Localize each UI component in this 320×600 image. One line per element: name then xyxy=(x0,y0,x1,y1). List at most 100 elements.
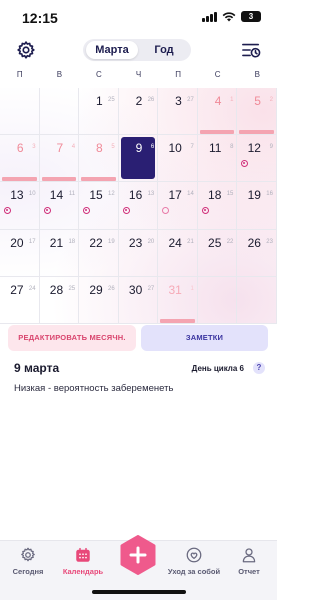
calendar-day[interactable]: 10 7 xyxy=(158,135,198,183)
calendar-day[interactable]: 24 21 xyxy=(158,229,198,277)
calendar-day[interactable]: 18 15 xyxy=(197,182,238,230)
calendar-day[interactable]: 12 9 xyxy=(237,135,277,183)
cycle-day-number: 25 xyxy=(108,97,115,103)
cycle-day-number: 25 xyxy=(68,285,76,292)
tab-self-care[interactable]: Уход за собой xyxy=(165,546,223,576)
tab-report[interactable]: Отчет xyxy=(221,546,277,576)
cycle-day-number: 10 xyxy=(28,191,36,198)
ovulation-icon xyxy=(241,160,249,168)
battery-icon: 3 xyxy=(241,11,261,22)
calendar-day[interactable]: 3 27 xyxy=(158,88,198,136)
header: Марта Год xyxy=(0,36,277,64)
calendar-day[interactable]: 11 8 xyxy=(197,135,238,183)
calendar-day[interactable]: 2 26 xyxy=(118,88,159,136)
period-bar xyxy=(239,130,274,135)
calendar-day[interactable]: 41 xyxy=(197,88,238,136)
weekday-label: Ч xyxy=(135,70,142,79)
calendar-day[interactable]: 22 19 xyxy=(79,229,119,277)
calendar-day[interactable]: 21 18 xyxy=(39,229,80,277)
weekday-label: П xyxy=(175,70,181,79)
calendar-empty-cell xyxy=(197,276,238,324)
day-number: 20 xyxy=(10,235,24,250)
day-number: 8 xyxy=(96,141,103,156)
day-number: 11 xyxy=(208,141,222,156)
pregnancy-probability: Низкая - вероятность забеременеть xyxy=(14,383,174,394)
cycle-day-number: 3 xyxy=(32,144,36,151)
day-number: 21 xyxy=(49,235,64,250)
ovulation-icon xyxy=(201,207,209,215)
calendar-day[interactable]: 27 24 xyxy=(0,276,40,324)
calendar-day[interactable]: 52 xyxy=(237,88,277,136)
weekday-header: П В С Ч П С В xyxy=(0,70,277,86)
calendar-empty-cell xyxy=(39,88,80,136)
add-button[interactable] xyxy=(118,535,158,575)
cycle-day-number: 9 xyxy=(269,144,273,151)
day-number: 13 xyxy=(10,188,24,203)
calendar-day[interactable]: 63 xyxy=(0,135,40,183)
notes-button[interactable]: ЗАМЕТКИ xyxy=(141,325,268,351)
tab-today[interactable]: Сегодня xyxy=(0,546,56,576)
calendar-day[interactable]: 31 1 xyxy=(158,276,198,324)
tab-calendar[interactable]: Календарь xyxy=(55,546,111,576)
tab-label: Уход за собой xyxy=(167,567,221,576)
calendar-day[interactable]: 26 23 xyxy=(237,229,277,277)
ovulation-icon xyxy=(122,207,130,215)
day-number: 6 xyxy=(16,141,24,156)
weekday-label: П xyxy=(16,70,23,79)
cycle-day-number: 24 xyxy=(28,285,36,292)
period-bar xyxy=(41,177,77,182)
calendar-day[interactable]: 13 10 xyxy=(0,182,40,230)
cycle-day-number: 1 xyxy=(190,285,194,292)
tab-year[interactable]: Год xyxy=(138,41,190,59)
self-care-icon xyxy=(186,547,202,563)
cycle-day-number: 19 xyxy=(108,238,115,245)
calendar-day[interactable]: 23 20 xyxy=(118,229,159,277)
cycle-day-number: 26 xyxy=(147,97,155,103)
cycle-day-number: 6 xyxy=(150,144,155,151)
period-bar xyxy=(160,318,195,323)
day-number: 9 xyxy=(135,141,143,156)
cycle-day-number: 16 xyxy=(266,191,273,198)
status-icons: 3 xyxy=(202,11,261,22)
tab-label: Отчет xyxy=(238,567,260,576)
cycle-day-number: 7 xyxy=(190,144,194,151)
period-bar xyxy=(199,130,235,135)
calendar-day[interactable]: 14 11 xyxy=(39,182,80,230)
view-switcher: Марта Год xyxy=(83,39,191,61)
calendar-grid: 1 25 2 26 3 27 4 1 5 2 6 3 7 4 8 5 9 6 10 7 11 8 12 9 13 10 14 11 15… xyxy=(0,88,277,324)
day-number: 31 xyxy=(168,282,182,297)
calendar-day[interactable]: 29 26 xyxy=(79,276,119,324)
cycle-day-number: 11 xyxy=(68,191,76,198)
edit-period-button[interactable]: РЕДАКТИРОВАТЬ МЕСЯЧН. xyxy=(8,325,136,351)
calendar-day[interactable]: 74 xyxy=(39,135,80,183)
cycle-day-number: 5 xyxy=(111,144,115,151)
weekday-label: С xyxy=(96,70,102,79)
calendar-day[interactable]: 15 12 xyxy=(79,182,119,230)
cycle-day-number: 1 xyxy=(230,97,234,103)
day-number: 22 xyxy=(89,235,103,250)
day-number: 2 xyxy=(135,94,143,108)
tab-month[interactable]: Марта xyxy=(86,41,138,59)
agenda-list-icon[interactable] xyxy=(241,41,261,59)
calendar-day[interactable]: 30 27 xyxy=(118,276,159,324)
calendar-day[interactable]: 17 14 xyxy=(158,182,198,230)
weekday-label: В xyxy=(254,70,260,79)
weekday-label: В xyxy=(56,70,63,79)
calendar-day[interactable]: 16 13 xyxy=(118,182,159,230)
day-number: 24 xyxy=(168,235,182,250)
help-icon[interactable]: ? xyxy=(253,362,265,374)
calendar-day[interactable]: 96 xyxy=(118,135,159,183)
calendar-day[interactable]: 19 16 xyxy=(237,182,277,230)
calendar-day[interactable]: 85 xyxy=(79,135,119,183)
period-bar xyxy=(2,177,37,182)
gear-icon[interactable] xyxy=(16,40,36,60)
day-number: 4 xyxy=(214,94,222,108)
day-number: 26 xyxy=(247,235,261,250)
calendar-day[interactable]: 25 22 xyxy=(197,229,238,277)
calendar-day[interactable]: 1 25 xyxy=(79,88,119,136)
cycle-day-number: 15 xyxy=(226,191,234,198)
calendar-day[interactable]: 20 17 xyxy=(0,229,40,277)
day-number: 3 xyxy=(175,94,182,108)
home-indicator xyxy=(92,590,186,594)
calendar-day[interactable]: 28 25 xyxy=(39,276,80,324)
